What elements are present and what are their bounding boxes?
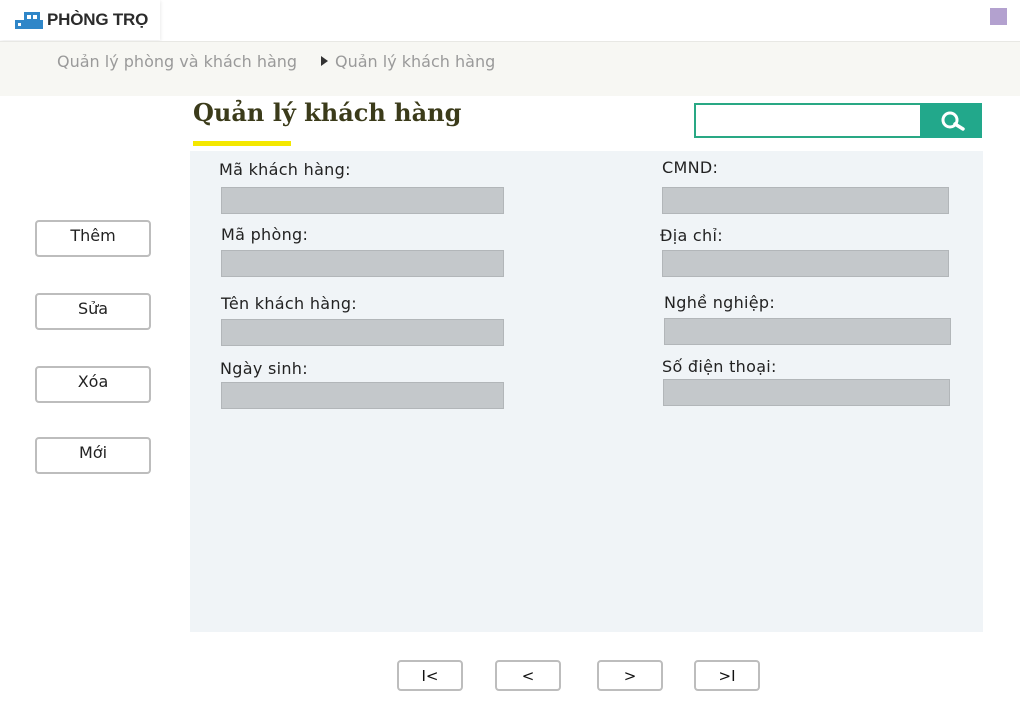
breadcrumb: Quản lý phòng và khách hàng Quản lý khác… (0, 41, 1020, 96)
phone-label: Số điện thoại: (662, 357, 777, 376)
last-page-button[interactable]: >I (694, 660, 760, 691)
birth-date-field[interactable] (221, 382, 504, 409)
customer-id-label: Mã khách hàng: (219, 160, 351, 179)
search-icon (941, 111, 965, 131)
first-page-button[interactable]: I< (397, 660, 463, 691)
customer-name-label: Tên khách hàng: (221, 294, 357, 313)
search-input[interactable] (694, 103, 924, 138)
id-card-label: CMND: (662, 158, 719, 177)
window-menu-icon[interactable] (990, 8, 1007, 25)
occupation-label: Nghề nghiệp: (664, 293, 776, 312)
occupation-field[interactable] (664, 318, 951, 345)
room-id-field[interactable] (221, 250, 504, 277)
previous-page-button[interactable]: < (495, 660, 561, 691)
new-button[interactable]: Mới (35, 437, 151, 474)
delete-button[interactable]: Xóa (35, 366, 151, 403)
id-card-field[interactable] (662, 187, 949, 214)
breadcrumb-item-room-customer-management[interactable]: Quản lý phòng và khách hàng (57, 52, 297, 71)
customer-name-field[interactable] (221, 319, 504, 346)
edit-button[interactable]: Sửa (35, 293, 151, 330)
address-field[interactable] (662, 250, 949, 277)
logo-text: PHÒNG TRỌ (47, 10, 149, 29)
logo[interactable]: PHÒNG TRỌ (0, 0, 160, 40)
search-button[interactable] (920, 103, 982, 138)
next-page-button[interactable]: > (597, 660, 663, 691)
birth-date-label: Ngày sinh: (220, 359, 308, 378)
breadcrumb-separator-icon (321, 56, 328, 66)
building-logo-icon (15, 12, 43, 29)
address-label: Địa chỉ: (660, 226, 723, 245)
room-id-label: Mã phòng: (221, 225, 309, 244)
breadcrumb-item-customer-management[interactable]: Quản lý khách hàng (335, 52, 495, 71)
title-underline (193, 141, 291, 146)
phone-field[interactable] (663, 379, 950, 406)
top-bar: PHÒNG TRỌ (0, 0, 1020, 40)
page-title: Quản lý khách hàng (193, 98, 462, 127)
customer-id-field[interactable] (221, 187, 504, 214)
add-button[interactable]: Thêm (35, 220, 151, 257)
